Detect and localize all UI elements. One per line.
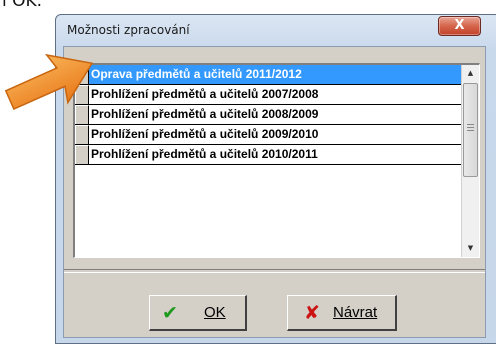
scrollbar-thumb[interactable]	[463, 83, 478, 177]
close-icon: X	[454, 18, 465, 33]
list-item[interactable]: Prohlížení předmětů a učitelů 2008/2009	[75, 105, 461, 125]
vertical-scrollbar[interactable]: ▲ ▼	[461, 65, 479, 257]
ok-button[interactable]: ✔ OK	[149, 295, 247, 331]
list-item[interactable]: Oprava předmětů a učitelů 2011/2012	[75, 65, 461, 85]
background-text-fragment: í OK.	[2, 0, 43, 11]
ok-button-label: OK	[204, 304, 226, 321]
list-item-label: Prohlížení předmětů a učitelů 2010/2011	[91, 147, 318, 161]
grip-icon	[467, 124, 474, 131]
list-item[interactable]: Prohlížení předmětů a učitelů 2009/2010	[75, 125, 461, 145]
back-button-label: Návrat	[333, 304, 378, 321]
back-button[interactable]: ✘ Návrat	[287, 295, 397, 331]
list-item[interactable]: Prohlížení předmětů a učitelů 2010/2011	[75, 145, 461, 165]
list-item-label: Prohlížení předmětů a učitelů 2009/2010	[91, 127, 319, 141]
window-title: Možnosti zpracování	[67, 23, 190, 37]
row-marker	[75, 125, 89, 144]
row-marker	[75, 145, 89, 164]
cross-icon: ✘	[304, 302, 320, 324]
dialog-window: Možnosti zpracování X Oprava předmětů a …	[55, 14, 496, 344]
orange-pointer-arrow-icon	[4, 53, 94, 111]
title-bar[interactable]: Možnosti zpracování X	[56, 15, 496, 47]
check-icon: ✔	[162, 302, 178, 324]
list-item-label: Prohlížení předmětů a učitelů 2007/2008	[91, 87, 319, 101]
list-item-label: Oprava předmětů a učitelů 2011/2012	[91, 67, 302, 81]
list-rows: Oprava předmětů a učitelů 2011/2012 Proh…	[75, 65, 461, 165]
divider	[64, 269, 485, 273]
dialog-body: Oprava předmětů a učitelů 2011/2012 Proh…	[63, 46, 486, 338]
close-button[interactable]: X	[438, 16, 481, 36]
scroll-up-arrow-icon[interactable]: ▲	[462, 65, 479, 82]
options-list[interactable]: Oprava předmětů a učitelů 2011/2012 Proh…	[73, 63, 480, 258]
list-item-label: Prohlížení předmětů a učitelů 2008/2009	[91, 107, 319, 121]
list-item[interactable]: Prohlížení předmětů a učitelů 2007/2008	[75, 85, 461, 105]
scroll-down-arrow-icon[interactable]: ▼	[462, 240, 479, 257]
